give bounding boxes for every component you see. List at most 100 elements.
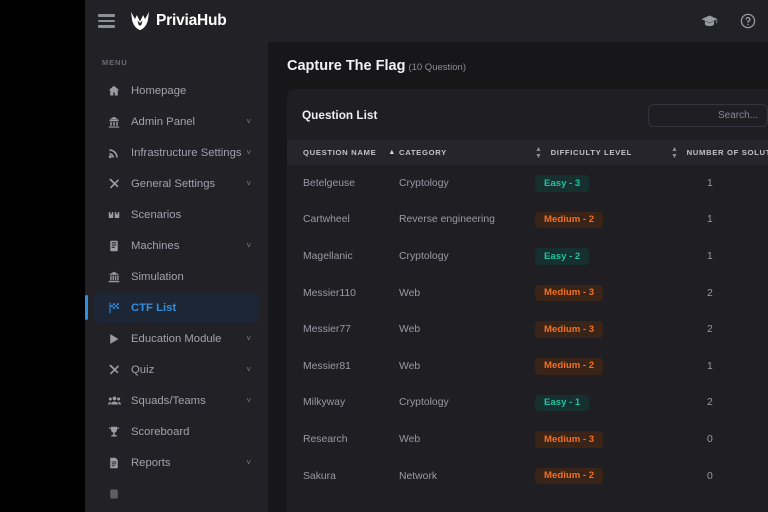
cell-solutions: 2 xyxy=(707,324,713,336)
cell-question-name: Messier77 xyxy=(303,324,351,336)
sidebar-item-squads-teams[interactable]: Squads/Teams ˅ xyxy=(94,385,259,416)
sidebar-item-partial[interactable] xyxy=(94,478,259,509)
top-bar xyxy=(268,0,768,42)
difficulty-badge: Medium - 2 xyxy=(535,467,604,485)
column-label: DIFFICULTY LEVEL xyxy=(550,148,633,157)
document-icon xyxy=(103,457,125,469)
brand[interactable]: PriviaHub xyxy=(129,11,227,31)
page-title: Capture The Flag (10 Question) xyxy=(287,58,768,74)
sidebar-item-label: Scoreboard xyxy=(131,425,190,438)
cell-solutions: 0 xyxy=(707,433,713,445)
cell-difficulty: Medium - 2 xyxy=(535,202,671,239)
desktop-backdrop xyxy=(0,0,85,512)
sort-both-icon: ▲ ▼ xyxy=(671,145,679,160)
difficulty-badge: Medium - 3 xyxy=(535,431,604,448)
column-header-number-of-solutions[interactable]: ▲ ▼ NUMBER OF SOLUTI xyxy=(671,140,768,165)
sidebar-item-label: Squads/Teams xyxy=(131,394,206,407)
table-row[interactable]: Betelgeuse Cryptology Easy - 3 1 xyxy=(287,165,768,202)
sidebar-section-label: MENU xyxy=(102,58,128,67)
sidebar-item-homepage[interactable]: Homepage xyxy=(94,75,259,106)
brand-name: PriviaHub xyxy=(156,12,227,29)
server-icon xyxy=(103,240,125,252)
table-row[interactable]: Milkyway Cryptology Easy - 1 2 xyxy=(287,385,768,422)
column-label: CATEGORY xyxy=(399,148,447,157)
flag-icon xyxy=(103,302,125,314)
cell-category: Web xyxy=(399,287,421,299)
sidebar-item-label: Admin Panel xyxy=(131,115,196,128)
cell-solutions: 1 xyxy=(707,250,713,262)
cell-solutions: 1 xyxy=(707,177,713,189)
cell-difficulty: Easy - 3 xyxy=(535,165,671,202)
sidebar-item-machines[interactable]: Machines ˅ xyxy=(94,230,259,261)
cell-solutions: 1 xyxy=(707,214,713,226)
sidebar-item-education-module[interactable]: Education Module ˅ xyxy=(94,323,259,354)
play-icon xyxy=(103,333,125,345)
difficulty-badge: Easy - 1 xyxy=(535,394,590,412)
search-input[interactable] xyxy=(648,103,768,127)
cell-category: Web xyxy=(399,360,421,372)
question-list-card: Question List QUESTION NAME ▲ xyxy=(287,89,768,512)
sidebar-item-label: Machines xyxy=(131,239,180,252)
chevron-down-icon: ˅ xyxy=(246,396,251,405)
table-row[interactable]: Messier81 Web Medium - 2 1 xyxy=(287,348,768,385)
cell-question-name: Magellanic xyxy=(303,250,353,262)
chevron-down-icon: ˅ xyxy=(246,365,251,374)
table-row[interactable]: Research Web Medium - 3 0 xyxy=(287,421,768,458)
sidebar-item-scoreboard[interactable]: Scoreboard xyxy=(94,416,259,447)
table-row[interactable]: Messier110 Web Medium - 3 2 xyxy=(287,275,768,312)
column-header-difficulty-level[interactable]: ▲ ▼ DIFFICULTY LEVEL xyxy=(535,140,671,165)
sidebar-item-label: Scenarios xyxy=(131,208,182,221)
content-area: Capture The Flag (10 Question) Question L… xyxy=(268,42,768,512)
chevron-down-icon: ˅ xyxy=(246,179,251,188)
table-row[interactable]: Messier77 Web Medium - 3 2 xyxy=(287,311,768,348)
column-header-question-name[interactable]: QUESTION NAME ▲ xyxy=(287,140,399,165)
table-row[interactable]: Sakura Network Medium - 2 0 xyxy=(287,458,768,495)
table-header: QUESTION NAME ▲ CATEGORY ▲ ▼ DIFFICULTY … xyxy=(287,140,768,165)
cell-category: Web xyxy=(399,433,421,445)
card-header: Question List xyxy=(287,89,768,140)
table-body: Betelgeuse Cryptology Easy - 3 1 Cartwhe… xyxy=(287,165,768,494)
sidebar-item-label: Quiz xyxy=(131,363,155,376)
sidebar-item-reports[interactable]: Reports ˅ xyxy=(94,447,259,478)
cell-category: Network xyxy=(399,470,438,482)
cell-category: Reverse engineering xyxy=(399,214,495,226)
trophy-icon xyxy=(103,426,125,438)
main-area: Capture The Flag (10 Question) Question L… xyxy=(268,0,768,512)
app-root: PriviaHub MENU Homepage Admin Panel ˅ In… xyxy=(0,0,768,512)
cell-solutions: 2 xyxy=(707,397,713,409)
users-icon xyxy=(103,394,125,407)
chevron-down-icon: ˅ xyxy=(246,241,251,250)
table-row[interactable]: Cartwheel Reverse engineering Medium - 2… xyxy=(287,202,768,239)
cell-question-name: Messier81 xyxy=(303,360,351,372)
sidebar-item-label: Reports xyxy=(131,456,171,469)
cell-category: Cryptology xyxy=(399,177,449,189)
sidebar-item-infrastructure-settings[interactable]: Infrastructure Settings ˅ xyxy=(94,137,259,168)
cell-difficulty: Easy - 1 xyxy=(535,385,671,422)
sidebar-item-admin-panel[interactable]: Admin Panel ˅ xyxy=(94,106,259,137)
difficulty-badge: Easy - 2 xyxy=(535,248,590,265)
hamburger-menu-icon[interactable] xyxy=(98,14,115,28)
card-title: Question List xyxy=(302,108,378,122)
cell-difficulty: Medium - 3 xyxy=(535,275,671,312)
sidebar-item-ctf-list[interactable]: CTF List xyxy=(85,292,259,323)
sidebar-item-label: Homepage xyxy=(131,84,187,97)
column-header-category[interactable]: CATEGORY xyxy=(399,140,535,165)
sidebar-item-quiz[interactable]: Quiz ˅ xyxy=(94,354,259,385)
column-label: NUMBER OF SOLUTI xyxy=(686,148,768,157)
sidebar-item-simulation[interactable]: Simulation xyxy=(94,261,259,292)
chevron-down-icon: ˅ xyxy=(246,117,251,126)
cell-question-name: Messier110 xyxy=(303,287,356,299)
sidebar-item-general-settings[interactable]: General Settings ˅ xyxy=(94,168,259,199)
cell-question-name: Sakura xyxy=(303,470,336,482)
cell-category: Web xyxy=(399,324,421,336)
sidebar-item-label: CTF List xyxy=(131,301,177,314)
table-row[interactable]: Magellanic Cryptology Easy - 2 1 xyxy=(287,238,768,275)
graduation-cap-icon[interactable] xyxy=(701,13,718,30)
sidebar-item-scenarios[interactable]: Scenarios xyxy=(94,199,259,230)
page-title-text: Capture The Flag xyxy=(287,58,406,74)
wolf-logo-icon xyxy=(130,11,150,31)
help-circle-icon[interactable] xyxy=(740,13,756,29)
sidebar: PriviaHub MENU Homepage Admin Panel ˅ In… xyxy=(85,0,268,512)
tools-icon xyxy=(103,364,125,376)
museum-icon xyxy=(103,271,125,283)
